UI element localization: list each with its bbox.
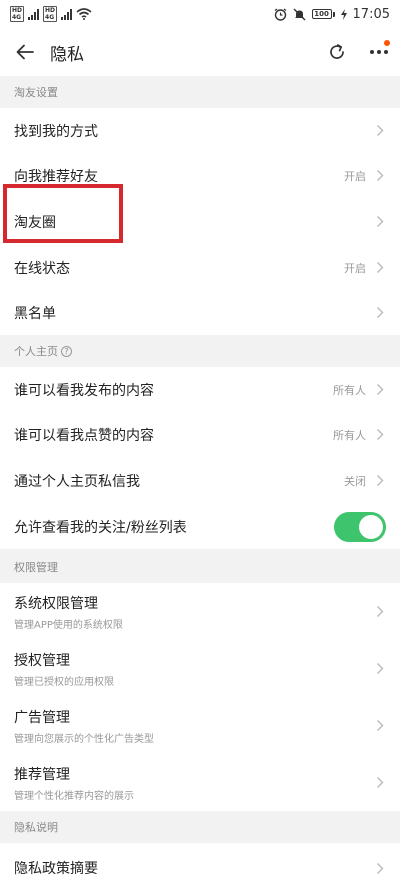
row-text: 授权管理 管理已授权的应用权限 <box>14 650 376 688</box>
sim1-network: 4G <box>12 14 22 21</box>
row-ads[interactable]: 广告管理 管理向您展示的个性化广告类型 <box>0 697 400 754</box>
policy-group: 隐私政策摘要 <box>0 843 400 888</box>
section-header-text: 个人主页 <box>14 345 58 358</box>
row-text: 推荐管理 管理个性化推荐内容的展示 <box>14 764 376 802</box>
page-title: 隐私 <box>50 44 84 65</box>
row-private-message[interactable]: 通过个人主页私信我 关闭 <box>0 457 400 504</box>
row-value: 所有人 <box>333 383 366 397</box>
row-label: 谁可以看我发布的内容 <box>14 382 154 399</box>
chevron-right-icon <box>376 215 386 229</box>
arrow-left-icon <box>16 44 34 60</box>
chevron-right-icon <box>376 861 386 875</box>
row-label: 在线状态 <box>14 260 70 277</box>
row-label: 允许查看我的关注/粉丝列表 <box>14 519 187 536</box>
chevron-right-icon <box>376 662 386 676</box>
nav-bar: 隐私 <box>0 28 400 76</box>
row-label: 黑名单 <box>14 305 56 322</box>
row-friends-circle[interactable]: 淘友圈 <box>0 198 400 245</box>
row-system-permissions[interactable]: 系统权限管理 管理APP使用的系统权限 <box>0 583 400 640</box>
row-value: 所有人 <box>333 428 366 442</box>
row-subtitle: 管理向您展示的个性化广告类型 <box>14 733 154 745</box>
row-online-status[interactable]: 在线状态 开启 <box>0 245 400 290</box>
chevron-right-icon <box>376 428 386 442</box>
follow-list-toggle[interactable] <box>334 511 386 542</box>
charging-icon <box>340 8 347 20</box>
back-button[interactable] <box>0 28 50 76</box>
sim2-indicator: HD 4G <box>43 6 58 22</box>
alarm-icon <box>274 7 286 21</box>
more-button[interactable] <box>368 40 390 62</box>
chevron-right-icon <box>376 605 386 619</box>
row-value: 开启 <box>344 169 366 183</box>
clock: 17:05 <box>352 6 390 22</box>
info-icon[interactable]: ? <box>61 345 72 357</box>
row-blacklist[interactable]: 黑名单 <box>0 290 400 335</box>
sim1-indicator: HD 4G <box>10 6 25 22</box>
row-label: 授权管理 <box>14 652 70 669</box>
row-value: 关闭 <box>344 474 366 488</box>
row-label: 谁可以看我点赞的内容 <box>14 427 154 444</box>
row-value: 开启 <box>344 261 366 275</box>
refresh-icon <box>330 44 344 59</box>
row-label: 通过个人主页私信我 <box>14 473 140 490</box>
section-header-permissions: 权限管理 <box>0 551 400 583</box>
row-authorization[interactable]: 授权管理 管理已授权的应用权限 <box>0 640 400 697</box>
chevron-right-icon <box>376 383 386 397</box>
mute-icon <box>293 8 306 20</box>
row-label: 隐私政策摘要 <box>14 861 98 877</box>
notification-badge <box>384 40 390 46</box>
row-label: 系统权限管理 <box>14 595 98 612</box>
section-header-friends: 淘友设置 <box>0 76 400 108</box>
status-bar: HD 4G HD 4G 100 17:05 <box>0 0 400 28</box>
sim2-hd: HD <box>45 7 56 14</box>
row-privacy-summary[interactable]: 隐私政策摘要 <box>0 843 400 888</box>
more-icon <box>370 50 388 54</box>
status-left: HD 4G HD 4G <box>10 6 92 22</box>
section-header-policy: 隐私说明 <box>0 811 400 843</box>
permissions-group: 系统权限管理 管理APP使用的系统权限 授权管理 管理已授权的应用权限 广告管理… <box>0 583 400 811</box>
refresh-button[interactable] <box>326 41 348 63</box>
signal-icon <box>61 8 73 20</box>
row-subtitle: 管理个性化推荐内容的展示 <box>14 790 134 802</box>
chevron-right-icon <box>376 261 386 275</box>
row-text: 广告管理 管理向您展示的个性化广告类型 <box>14 707 376 745</box>
chevron-right-icon <box>376 169 386 183</box>
chevron-right-icon <box>376 474 386 488</box>
row-who-see-posts[interactable]: 谁可以看我发布的内容 所有人 <box>0 367 400 412</box>
row-label: 推荐管理 <box>14 766 70 783</box>
sim2-network: 4G <box>45 14 55 21</box>
chevron-right-icon <box>376 776 386 790</box>
battery-icon: 100 <box>311 9 335 19</box>
chevron-right-icon <box>376 306 386 320</box>
row-find-me[interactable]: 找到我的方式 <box>0 108 400 153</box>
toggle-knob <box>359 514 383 539</box>
profile-settings-group: 谁可以看我发布的内容 所有人 谁可以看我点赞的内容 所有人 通过个人主页私信我 … <box>0 367 400 549</box>
status-right: 100 17:05 <box>274 7 390 22</box>
row-follow-list: 允许查看我的关注/粉丝列表 <box>0 504 400 549</box>
row-text: 系统权限管理 管理APP使用的系统权限 <box>14 593 376 631</box>
wifi-icon <box>76 8 92 20</box>
sim1-hd: HD <box>12 7 23 14</box>
row-who-see-likes[interactable]: 谁可以看我点赞的内容 所有人 <box>0 412 400 457</box>
row-label: 淘友圈 <box>14 214 56 231</box>
row-label: 广告管理 <box>14 709 70 726</box>
signal-icon <box>28 8 40 20</box>
row-label: 向我推荐好友 <box>14 168 98 185</box>
battery-level: 100 <box>311 9 332 19</box>
row-label: 找到我的方式 <box>14 123 98 140</box>
row-subtitle: 管理已授权的应用权限 <box>14 676 114 688</box>
chevron-right-icon <box>376 124 386 138</box>
friends-settings-group: 找到我的方式 向我推荐好友 开启 淘友圈 在线状态 开启 黑名单 <box>0 108 400 335</box>
chevron-right-icon <box>376 719 386 733</box>
row-recommend-friends[interactable]: 向我推荐好友 开启 <box>0 153 400 198</box>
section-header-profile: 个人主页 ? <box>0 335 400 367</box>
nav-actions <box>326 28 390 76</box>
row-recommendations[interactable]: 推荐管理 管理个性化推荐内容的展示 <box>0 754 400 811</box>
row-subtitle: 管理APP使用的系统权限 <box>14 619 123 631</box>
